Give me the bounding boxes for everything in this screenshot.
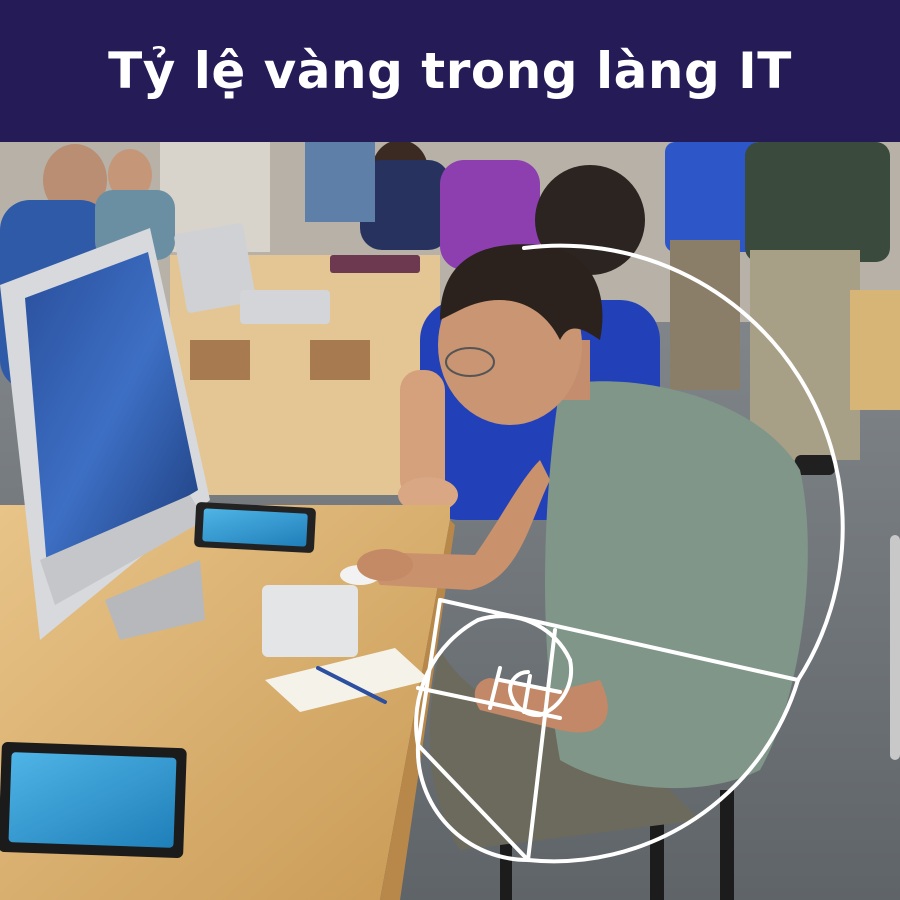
banner-title: Tỷ lệ vàng trong làng IT	[108, 42, 792, 100]
edge-scroll-indicator	[890, 535, 900, 760]
meme-photo	[0, 142, 900, 900]
title-banner: Tỷ lệ vàng trong làng IT	[0, 0, 900, 142]
photo-scene	[0, 142, 900, 900]
keyboard	[262, 585, 358, 657]
